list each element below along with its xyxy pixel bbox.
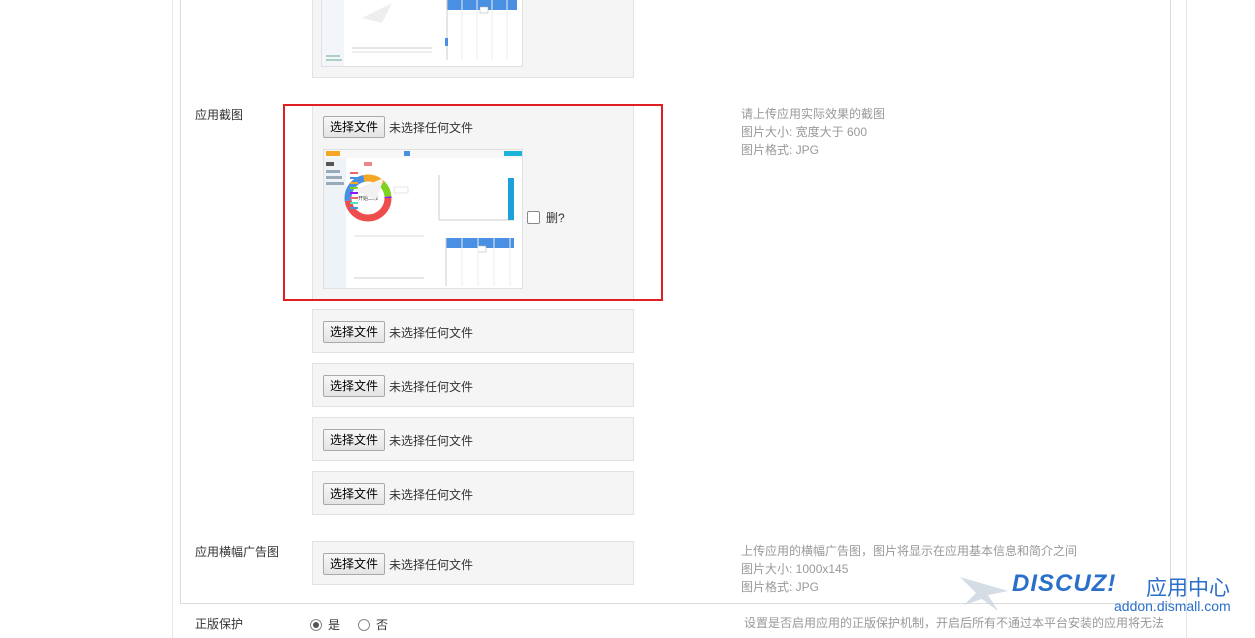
- radio-label-no: 否: [376, 618, 389, 632]
- file-input[interactable]: 选择文件 未选择任何文件: [323, 429, 473, 451]
- file-input[interactable]: 选择文件 未选择任何文件: [323, 483, 473, 505]
- choose-file-button[interactable]: 选择文件: [323, 429, 386, 451]
- file-status: 未选择任何文件: [389, 433, 474, 448]
- upload-box-screenshot-4: 选择文件 未选择任何文件: [312, 417, 634, 461]
- radio-button-no[interactable]: [358, 618, 370, 631]
- watermark-brand: DISCUZ!: [1012, 570, 1117, 597]
- watermark-url: addon.dismall.com: [1114, 598, 1231, 614]
- upload-box-banner: 选择文件 未选择任何文件: [312, 541, 634, 585]
- radio-button-yes[interactable]: [310, 618, 322, 631]
- radio-yes[interactable]: 是: [310, 616, 340, 633]
- upload-box-screenshot-3: 选择文件 未选择任何文件: [312, 363, 634, 407]
- file-input[interactable]: 选择文件 未选择任何文件: [323, 321, 473, 343]
- file-input[interactable]: 选择文件 未选择任何文件: [323, 553, 473, 575]
- app-screenshot-hint: 请上传应用实际效果的截图 图片大小: 宽度大于 600 图片格式: JPG: [741, 105, 885, 159]
- hint-line: 图片大小: 宽度大于 600: [741, 125, 868, 139]
- choose-file-button[interactable]: 选择文件: [323, 321, 386, 343]
- genuine-label: 正版保护: [195, 617, 244, 631]
- choose-file-button[interactable]: 选择文件: [323, 375, 386, 397]
- upload-box-previous: [312, 0, 634, 78]
- hint-line: 图片格式: JPG: [741, 143, 820, 157]
- file-status: 未选择任何文件: [389, 379, 474, 394]
- file-status: 未选择任何文件: [389, 325, 474, 340]
- hint-line: 请上传应用实际效果的截图: [741, 107, 886, 121]
- file-status: 未选择任何文件: [389, 557, 474, 572]
- choose-file-button[interactable]: 选择文件: [323, 483, 386, 505]
- screenshot-thumbnail-previous: [321, 0, 523, 67]
- app-screenshot-label: 应用截图: [195, 108, 244, 122]
- highlight-box: [283, 104, 663, 301]
- file-status: 未选择任何文件: [389, 487, 474, 502]
- upload-box-screenshot-5: 选择文件 未选择任何文件: [312, 471, 634, 515]
- upload-box-screenshot-2: 选择文件 未选择任何文件: [312, 309, 634, 353]
- banner-label: 应用横幅广告图: [195, 545, 280, 559]
- choose-file-button[interactable]: 选择文件: [323, 553, 386, 575]
- radio-label-yes: 是: [328, 618, 341, 632]
- radio-no[interactable]: 否: [358, 616, 388, 633]
- file-input[interactable]: 选择文件 未选择任何文件: [323, 375, 473, 397]
- hint-line: 上传应用的横幅广告图，图片将显示在应用基本信息和简介之间: [741, 544, 1078, 558]
